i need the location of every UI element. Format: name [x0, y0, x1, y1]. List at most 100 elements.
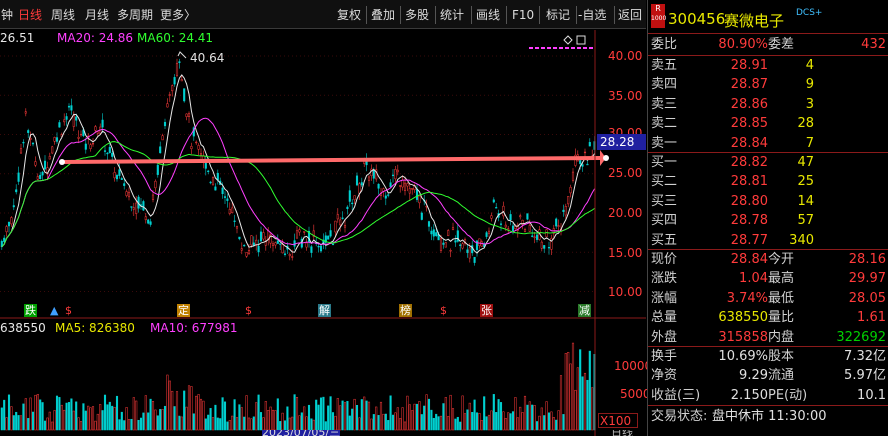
volume-bar — [439, 415, 443, 431]
candle-body — [27, 130, 30, 133]
event-marker-dollar[interactable]: $ — [64, 304, 73, 317]
trend-arrow[interactable] — [61, 156, 601, 164]
volume-bar — [96, 413, 99, 431]
stat-value: 10.1 — [857, 387, 886, 403]
volume-bar — [456, 416, 459, 431]
ask-label: 卖四 — [651, 77, 678, 93]
volume-bar — [427, 398, 431, 431]
volume-bar — [125, 407, 128, 431]
volume-bar — [0, 407, 3, 431]
volume-bar — [22, 403, 25, 431]
candle-body — [295, 230, 299, 239]
event-marker-rank[interactable]: 榜 — [399, 304, 412, 317]
event-marker-drop[interactable]: 跌 — [24, 304, 37, 317]
bid-volume: 25 — [797, 174, 814, 190]
candle-body — [144, 216, 147, 221]
bid-row[interactable]: 买三 28.80 14 — [648, 192, 888, 212]
volume-bar — [106, 404, 109, 431]
ask-row[interactable]: 卖四 28.87 9 — [648, 75, 888, 95]
ask-row[interactable]: 卖三 28.86 3 — [648, 95, 888, 115]
volume-bar — [588, 350, 591, 431]
candle-body — [113, 172, 116, 179]
candle-body — [475, 240, 479, 250]
bid-row[interactable]: 买五 28.77 340 — [648, 231, 888, 251]
candle-body — [247, 249, 251, 254]
candle-body — [283, 253, 287, 255]
candle-body — [564, 206, 567, 216]
volume-bar — [281, 412, 284, 431]
candle-body — [406, 183, 409, 187]
volume-bar — [447, 416, 450, 431]
candle-body — [84, 143, 87, 150]
candle-body — [303, 231, 306, 233]
candle-body — [444, 242, 447, 248]
volume-bar — [77, 417, 80, 431]
kline-chart[interactable] — [0, 0, 646, 436]
volume-bar — [108, 401, 111, 431]
volume-bar — [531, 404, 534, 431]
candle-body — [5, 226, 8, 233]
diamond-icon[interactable] — [563, 35, 573, 45]
candle-body — [334, 220, 337, 233]
candle-body — [571, 171, 575, 181]
candle-body — [372, 170, 375, 179]
volume-bar — [509, 413, 512, 431]
candle-body — [187, 113, 191, 117]
candle-body — [166, 103, 169, 108]
volume-bar — [219, 418, 222, 431]
candle-body — [276, 240, 279, 244]
volume-bar — [99, 404, 102, 431]
candle-body — [12, 205, 15, 208]
candle-body — [216, 172, 219, 181]
event-marker-fix[interactable]: 定 — [177, 304, 190, 317]
volume-tick: 5000 — [620, 387, 651, 401]
bid-row[interactable]: 买一 28.82 47 — [648, 153, 888, 173]
event-marker-dollar[interactable]: $ — [244, 304, 253, 317]
volume-bar — [415, 403, 419, 431]
volume-bar — [449, 394, 452, 431]
candle-body — [504, 224, 507, 228]
candle-body — [274, 242, 277, 246]
stat-value: 28.05 — [848, 290, 886, 306]
stat-value: 7.32亿 — [844, 349, 886, 364]
bid-row[interactable]: 买二 28.81 25 — [648, 172, 888, 192]
price-tick: 10.00 — [608, 285, 643, 299]
volume-bar — [420, 414, 423, 431]
candle-body — [132, 207, 135, 210]
candle-body — [103, 150, 107, 152]
volume-bar — [79, 421, 83, 431]
bid-row[interactable]: 买四 28.78 57 — [648, 211, 888, 231]
event-marker-limit-up[interactable]: 张 — [480, 304, 493, 317]
event-marker-unlock[interactable]: 解 — [318, 304, 331, 317]
r-badge: R 1000 — [651, 4, 666, 28]
candle-body — [175, 62, 179, 76]
volume-bar — [444, 397, 447, 431]
volume-bar — [127, 419, 131, 431]
event-marker-reduce[interactable]: 减 — [578, 304, 591, 317]
volume-bar — [139, 417, 143, 431]
volume-bar — [430, 409, 433, 431]
ask-row[interactable]: 卖一 28.84 7 — [648, 134, 888, 154]
volume-bar — [103, 394, 107, 431]
candle-body — [34, 161, 37, 166]
trade-status-value: 盘中休市 11:30:00 — [712, 409, 827, 424]
candle-body — [427, 221, 431, 227]
volume-bar — [12, 415, 15, 431]
ask-row[interactable]: 卖五 28.91 4 — [648, 56, 888, 76]
price-tick: 15.00 — [608, 246, 643, 260]
candle-body — [346, 206, 349, 209]
bid-volume: 57 — [797, 213, 814, 229]
peak-price-label: 40.64 — [190, 51, 225, 65]
volume-bar — [396, 407, 399, 431]
candle-body — [53, 137, 56, 142]
candle-body — [461, 243, 464, 249]
volume-bar — [550, 411, 553, 431]
event-marker-up[interactable]: ▲ — [49, 304, 59, 317]
ask-row[interactable]: 卖二 28.85 28 — [648, 114, 888, 134]
volume-bar — [521, 412, 524, 431]
volume-bar — [298, 415, 301, 431]
candle-body — [214, 186, 217, 191]
event-marker-dollar[interactable]: $ — [439, 304, 448, 317]
candle-body — [555, 218, 558, 227]
square-icon[interactable] — [576, 35, 586, 45]
